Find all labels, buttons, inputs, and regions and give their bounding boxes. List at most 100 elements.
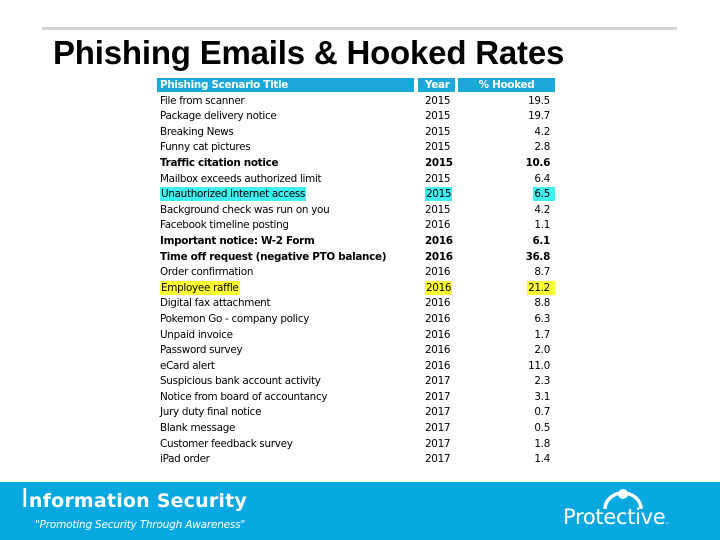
year-cell: 2015 [418, 203, 451, 217]
hooked-cell-text: 1.4 [534, 453, 550, 466]
table-row: Notice from board of accountancy 2017 3.1 [157, 390, 557, 406]
header-year: Year [418, 78, 455, 92]
hooked-cell-text: 11.0 [528, 359, 550, 372]
scenario-title-cell-text: eCard alert [160, 359, 215, 372]
year-cell: 2015 [418, 94, 451, 108]
year-cell: 2016 [418, 280, 453, 295]
hooked-cell: 6.1 [458, 234, 555, 248]
year-cell: 2015 [418, 125, 451, 139]
table-row: Customer feedback survey 2017 1.8 [157, 437, 557, 453]
year-cell-text: 2016 [425, 312, 451, 325]
hooked-cell: 10.6 [458, 156, 555, 170]
scenario-title-cell-text: Breaking News [160, 125, 234, 138]
table-row: Time off request (negative PTO balance) 2… [157, 250, 557, 266]
year-cell-text: 2017 [425, 375, 451, 388]
table-row: Package delivery notice 2015 19.7 [157, 109, 557, 125]
table-row: Blank message 2017 0.5 [157, 421, 557, 437]
scenario-title-cell: iPad order [157, 452, 210, 466]
hooked-cell: 2.3 [458, 374, 555, 388]
year-cell-text: 2017 [425, 406, 451, 419]
year-cell-text: 2016 [425, 344, 451, 357]
scenario-title-cell-text: Unpaid invoice [160, 328, 233, 341]
year-cell: 2015 [418, 109, 451, 123]
scenario-title-cell: eCard alert [157, 359, 215, 373]
hooked-cell-text: 4.2 [534, 125, 550, 138]
hooked-cell-text: 8.8 [534, 297, 550, 310]
scenario-title-cell: Facebook timeline posting [157, 218, 289, 232]
year-cell: 2016 [418, 359, 451, 373]
year-cell: 2016 [418, 312, 451, 326]
scenario-title-cell-text: Background check was run on you [160, 203, 330, 216]
scenario-title-cell-text: Funny cat pictures [160, 141, 251, 154]
scenario-title-cell-text: Unauthorized internet access [160, 187, 307, 202]
table-row: Digital fax attachment 2016 8.8 [157, 296, 557, 312]
phishing-table: Phishing Scenario Title Year % Hooked Fi… [157, 78, 557, 468]
year-cell: 2015 [418, 187, 453, 202]
year-cell: 2017 [418, 421, 451, 435]
table-row: Background check was run on you 2015 4.2 [157, 203, 557, 219]
hooked-cell: 0.7 [458, 405, 555, 419]
hooked-cell: 4.2 [458, 203, 555, 217]
hooked-cell-text: 0.7 [534, 406, 550, 419]
header-scenario-title: Phishing Scenario Title [157, 78, 414, 92]
scenario-title-cell: Jury duty final notice [157, 405, 261, 419]
scenario-title-cell: Digital fax attachment [157, 296, 271, 310]
logo-text: Protective [563, 505, 666, 529]
year-cell-text: 2016 [425, 280, 453, 295]
year-cell-text: 2017 [425, 453, 451, 466]
year-cell: 2015 [418, 156, 453, 170]
scenario-title-cell: Notice from board of accountancy [157, 390, 328, 404]
hooked-cell-text: 36.8 [525, 250, 551, 263]
hooked-cell-text: 0.5 [534, 422, 550, 435]
table-row: Pokemon Go - company policy 2016 6.3 [157, 312, 557, 328]
hooked-cell: 3.1 [458, 390, 555, 404]
year-cell: 2016 [418, 250, 453, 264]
hooked-cell-text: 6.5 [533, 187, 555, 202]
scenario-title-cell: Order confirmation [157, 265, 253, 279]
hooked-cell-text: 1.7 [534, 328, 550, 341]
year-cell-text: 2016 [425, 234, 453, 247]
year-cell-text: 2016 [425, 328, 451, 341]
hooked-cell: 6.5 [458, 187, 555, 202]
table-row: iPad order 2017 1.4 [157, 452, 557, 468]
hooked-cell: 4.2 [458, 125, 555, 139]
scenario-title-cell: Mailbox exceeds authorized limit [157, 172, 322, 186]
hooked-cell: 1.4 [458, 452, 555, 466]
scenario-title-cell-text: Blank message [160, 422, 236, 435]
table-row: Jury duty final notice 2017 0.7 [157, 405, 557, 421]
hooked-cell-text: 3.1 [534, 390, 550, 403]
year-cell-text: 2016 [425, 297, 451, 310]
year-cell-text: 2016 [425, 266, 451, 279]
scenario-title-cell-text: Package delivery notice [160, 110, 277, 123]
scenario-title-cell-text: Digital fax attachment [160, 297, 271, 310]
top-divider [42, 27, 677, 30]
year-cell: 2016 [418, 234, 453, 248]
hooked-cell-text: 21.2 [527, 280, 555, 295]
hooked-cell-text: 2.3 [534, 375, 550, 388]
hooked-cell: 1.7 [458, 328, 555, 342]
year-cell-text: 2015 [425, 156, 453, 169]
scenario-title-cell-text: File from scanner [160, 94, 245, 107]
year-cell-text: 2015 [425, 125, 451, 138]
hooked-cell: 1.1 [458, 218, 555, 232]
hooked-cell-text: 6.4 [534, 172, 550, 185]
year-cell-text: 2016 [425, 359, 451, 372]
table-row: Facebook timeline posting 2016 1.1 [157, 218, 557, 234]
protective-logo: Protective. [563, 488, 688, 534]
year-cell: 2016 [418, 328, 451, 342]
scenario-title-cell: Employee raffle [157, 280, 240, 295]
year-cell-text: 2015 [425, 141, 451, 154]
scenario-title-cell: Traffic citation notice [157, 156, 279, 170]
scenario-title-cell: Unpaid invoice [157, 328, 233, 342]
hooked-cell-text: 2.8 [534, 141, 550, 154]
header-hooked: % Hooked [458, 78, 555, 92]
table-row: Order confirmation 2016 8.7 [157, 265, 557, 281]
year-cell-text: 2015 [425, 110, 451, 123]
hooked-cell: 0.5 [458, 421, 555, 435]
scenario-title-cell-text: Important notice: W-2 Form [160, 234, 315, 247]
hooked-cell-text: 4.2 [534, 203, 550, 216]
scenario-title-cell-text: Time off request (negative PTO balance) [160, 250, 387, 263]
table-row: Breaking News 2015 4.2 [157, 125, 557, 141]
scenario-title-cell-text: Jury duty final notice [160, 406, 262, 419]
scenario-title-cell: Important notice: W-2 Form [157, 234, 315, 248]
